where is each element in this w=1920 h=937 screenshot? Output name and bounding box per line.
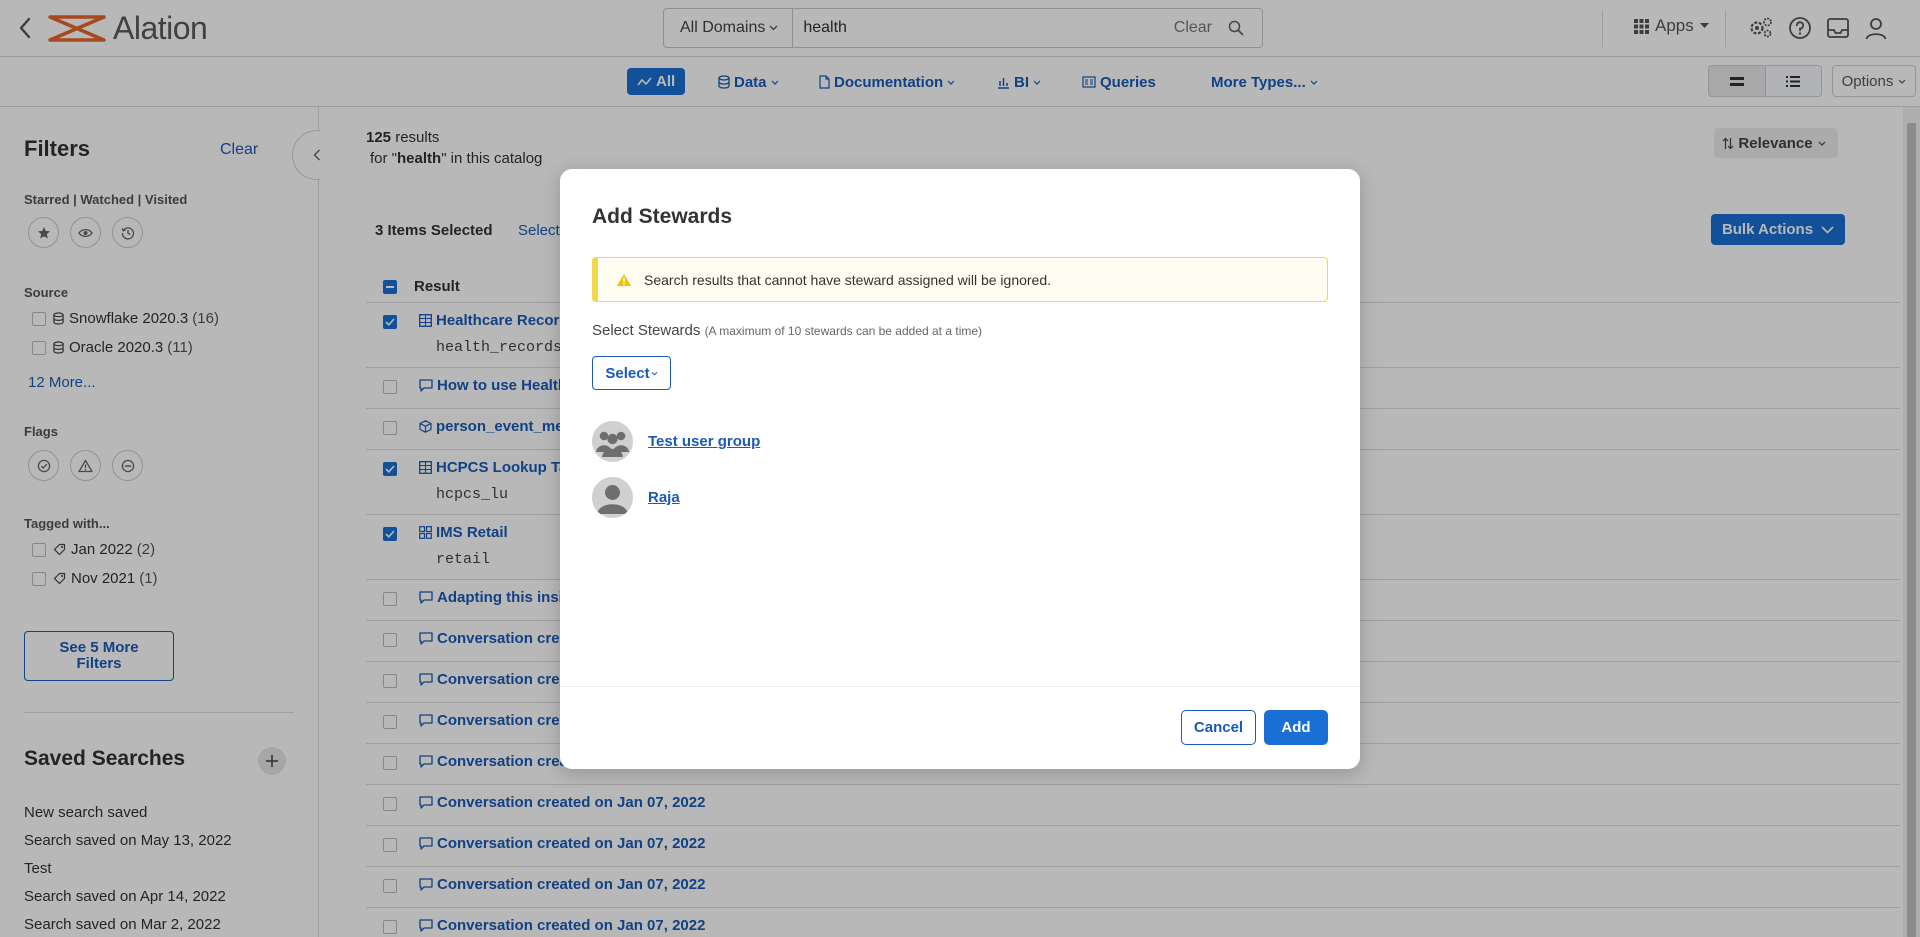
group-avatar-icon [592,421,633,462]
chevron-down-icon [651,371,658,376]
select-stewards-button-label: Select [605,364,650,382]
user-avatar-icon [592,477,633,518]
add-stewards-dialog: Add Stewards Search results that cannot … [560,169,1360,769]
steward-item: Raja [592,477,680,518]
select-stewards-title: Select Stewards [592,322,701,339]
warning-text: Search results that cannot have steward … [644,271,1052,288]
warning-icon [616,273,632,287]
steward-item: Test user group [592,421,760,462]
divider [560,686,1360,687]
cancel-button[interactable]: Cancel [1181,710,1256,745]
steward-link[interactable]: Test user group [648,433,760,450]
warning-banner: Search results that cannot have steward … [592,257,1328,302]
add-button[interactable]: Add [1264,710,1328,745]
dialog-title: Add Stewards [592,205,733,228]
select-stewards-hint: (A maximum of 10 stewards can be added a… [704,324,983,338]
select-stewards-button[interactable]: Select [592,356,671,390]
select-stewards-label: Select Stewards (A maximum of 10 steward… [592,322,982,339]
steward-link[interactable]: Raja [648,489,680,506]
